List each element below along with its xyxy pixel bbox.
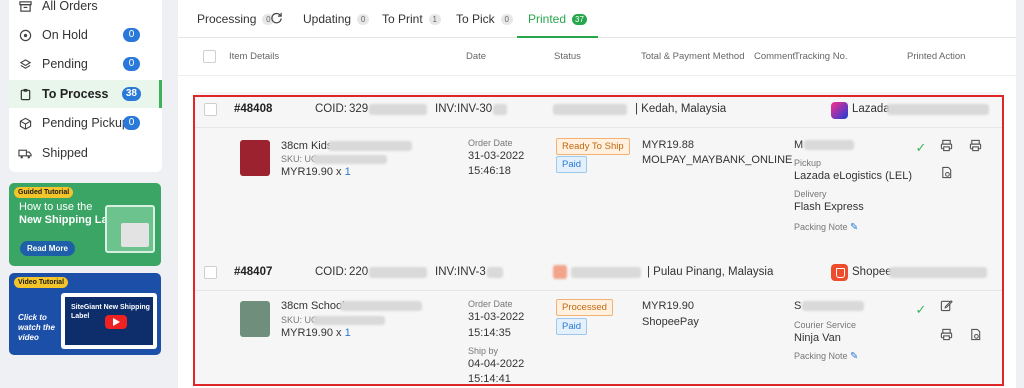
sidebar-item-shipped[interactable]: Shipped [9,139,162,167]
count-badge: 38 [121,87,141,101]
order-status-menu: All Orders On Hold 0 Pending 0 To Proces… [9,0,162,172]
sidebar-item-label: Shipped [42,146,88,160]
column-header: Printed [907,51,938,62]
tab-printed[interactable]: Printed 37 [517,12,598,38]
tab-label: To Pick [456,12,495,26]
refresh-icon[interactable] [270,11,283,24]
tab-updating[interactable]: Updating 0 [303,12,370,38]
tab-to-pick[interactable]: To Pick 0 [456,12,513,38]
tab-count: 0 [500,14,513,25]
sidebar-item-to-process[interactable]: To Process 38 [9,80,162,108]
column-header: Total & Payment Method [641,51,745,62]
table-header: Item Details Date Status Total & Payment… [178,38,1016,76]
banner-tag: Video Tutorial [14,277,69,288]
video-thumbnail: SiteGiant New Shipping Label [61,293,157,349]
count-badge: 0 [123,28,140,42]
video-tutorial-banner[interactable]: Video Tutorial Click to watch the video … [9,273,161,355]
read-more-button[interactable]: Read More [20,241,75,256]
tab-label: To Print [382,12,423,26]
sidebar-item-on-hold[interactable]: On Hold 0 [9,21,162,49]
count-badge: 0 [123,116,140,130]
column-header: Status [554,51,581,62]
sidebar-item-label: All Orders [42,0,98,13]
tab-count: 0 [357,14,370,25]
column-header: Tracking No. [794,51,848,62]
truck-icon [18,146,32,160]
guided-tutorial-banner[interactable]: Guided Tutorial How to use the New Shipp… [9,183,161,266]
banner-text: Click to watch the video [18,313,55,342]
tab-count: 37 [572,14,587,25]
order-tabs: Processing 0 Updating 0 To Print 1 To Pi… [178,0,1016,38]
box-icon [18,116,32,130]
sidebar-item-all-orders[interactable]: All Orders [9,0,162,20]
layers-icon [18,57,32,71]
pause-icon [18,28,32,42]
sidebar-item-label: Pending [42,57,88,71]
select-all-checkbox[interactable] [203,50,216,63]
tab-processing[interactable]: Processing 0 [197,12,275,38]
column-header: Action [939,51,966,62]
banner-tag: Guided Tutorial [14,187,74,198]
sidebar-item-label: Pending Pickup [42,116,129,130]
sidebar-item-label: On Hold [42,28,88,42]
clipboard-icon [18,87,32,101]
tab-count: 1 [428,14,441,25]
sidebar-item-pending-pickup[interactable]: Pending Pickup 0 [9,109,162,137]
count-badge: 0 [123,57,140,71]
column-header: Date [466,51,487,62]
tab-label: Processing [197,12,257,26]
column-header: Comment [754,51,796,62]
tab-label: Updating [303,12,352,26]
tab-to-print[interactable]: To Print 1 [382,12,441,38]
sidebar: All Orders On Hold 0 Pending 0 To Proces… [0,0,170,388]
banner-line1: How to use the [19,201,93,213]
printer-illustration [121,223,149,247]
tab-label: Printed [528,12,567,26]
orders-panel: Processing 0 Updating 0 To Print 1 To Pi… [178,0,1016,388]
play-icon[interactable] [105,315,127,329]
column-header: Item Details [229,51,280,62]
archive-icon [18,0,32,13]
highlight-box [193,95,1004,386]
sidebar-item-label: To Process [42,87,109,101]
sidebar-item-pending[interactable]: Pending 0 [9,50,162,78]
